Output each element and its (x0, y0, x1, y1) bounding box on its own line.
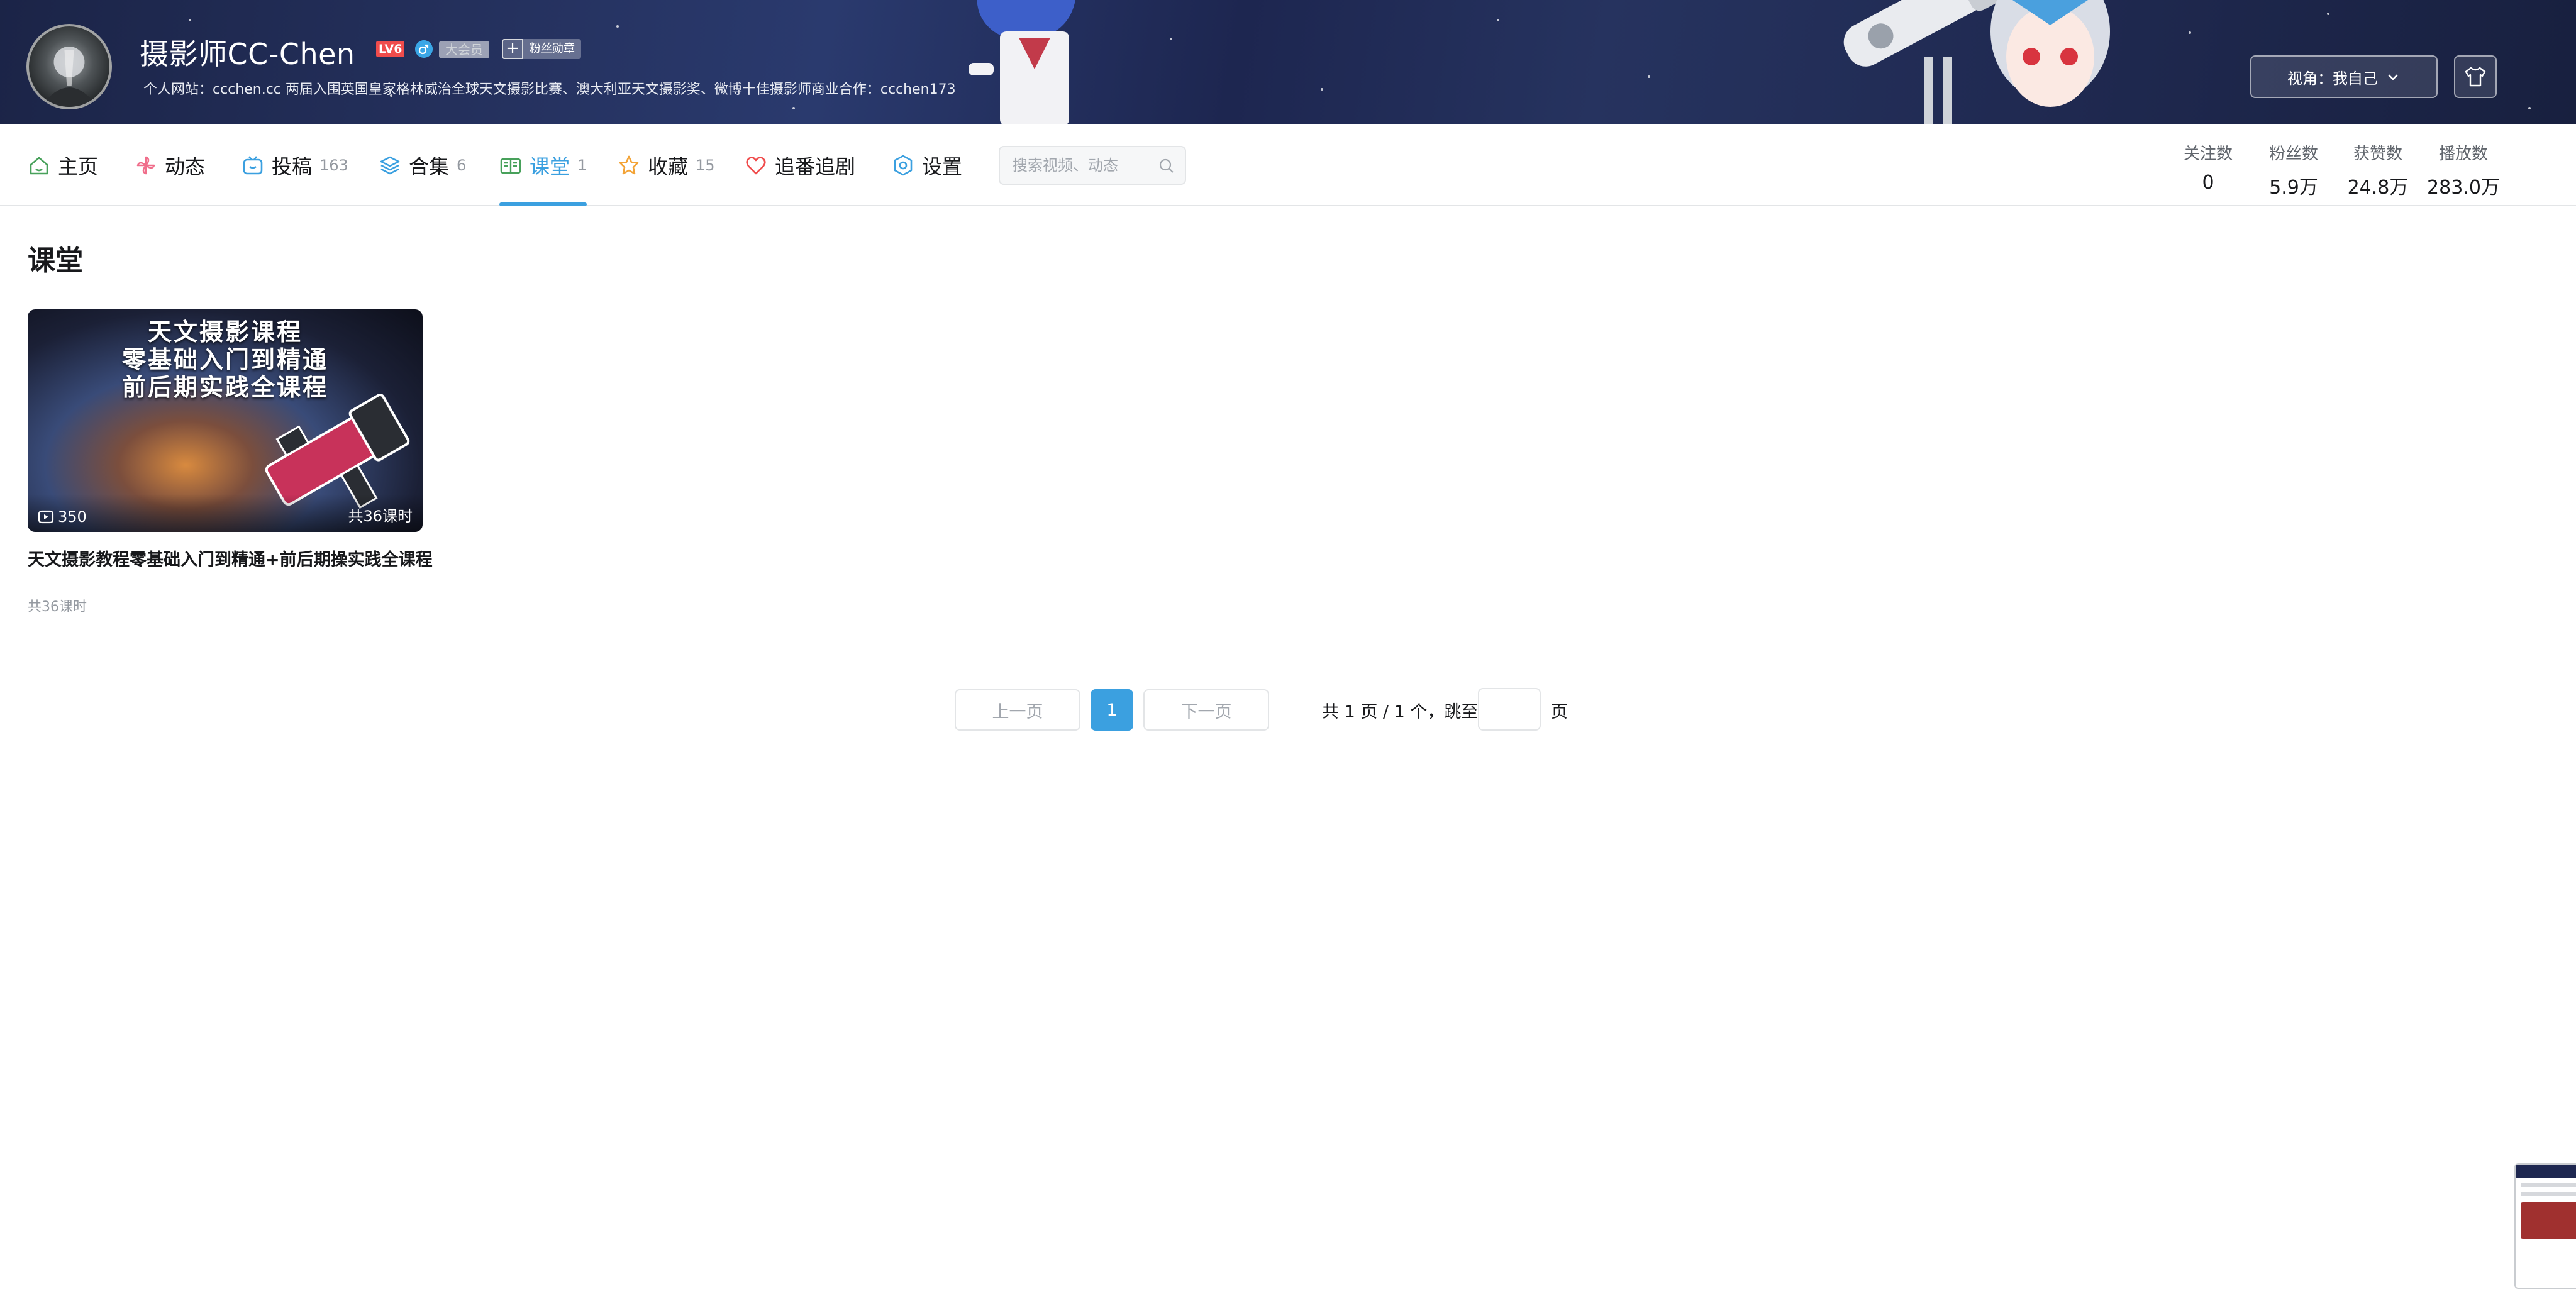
search-box (999, 146, 1186, 185)
course-cover[interactable]: 天文摄影课程 零基础入门到精通 前后期实践全课程 350 共36课时 (28, 309, 423, 532)
page-1-button[interactable]: 1 (1091, 689, 1133, 731)
plus-icon: + (502, 39, 523, 59)
prev-page-button[interactable]: 上一页 (955, 689, 1080, 731)
play-icon (38, 510, 54, 524)
male-icon (415, 40, 433, 58)
stat-plays-value: 283.0万 (2427, 177, 2500, 199)
thumbnail-line (2521, 1192, 2576, 1196)
book-icon (500, 158, 521, 174)
stat-likes: 获赞数 24.8万 (2337, 141, 2419, 199)
layers-icon (380, 156, 400, 175)
pagination-suffix: 页 (1551, 702, 1568, 722)
profile-banner: 摄影师CC-Chen LV6 大会员 + 粉丝勋章 个人网站：ccchen.cc… (0, 0, 2576, 124)
username[interactable]: 摄影师CC-Chen (140, 31, 355, 73)
thumbnail-line (2521, 1183, 2576, 1187)
tab-settings[interactable]: 设置 (892, 124, 962, 206)
stat-following-label: 关注数 (2183, 145, 2233, 163)
vip-badge[interactable]: 大会员 (439, 41, 489, 58)
tv-icon (243, 156, 263, 175)
profile-sign: 个人网站：ccchen.cc 两届入围英国皇家格林威治全球天文摄影比赛、澳大利亚… (143, 82, 956, 97)
stat-likes-value: 24.8万 (2347, 177, 2409, 199)
tab-favorites-count: 15 (696, 157, 715, 174)
tab-home-label: 主页 (58, 155, 99, 179)
chevron-down-icon (2388, 74, 2398, 80)
jump-page-input[interactable] (1478, 688, 1541, 731)
tab-home[interactable]: 主页 (28, 124, 98, 206)
stat-plays-label: 播放数 (2438, 145, 2488, 163)
cover-line: 前后期实践全课程 (121, 373, 328, 401)
fan-badge[interactable]: + 粉丝勋章 (502, 39, 581, 59)
pagination-info: 共 1 页 / 1 个，跳至 (1322, 702, 1479, 722)
lesson-count: 共36课时 (348, 507, 413, 525)
view-as-label: 视角：我自己 (2287, 69, 2378, 87)
thumbnail-image (2521, 1202, 2576, 1239)
screenshot-thumbnail[interactable] (2514, 1163, 2576, 1289)
home-icon (30, 157, 48, 175)
banner-stars (0, 0, 2576, 124)
tab-dynamic[interactable]: 动态 (135, 124, 205, 206)
tab-collections-count: 6 (457, 157, 467, 174)
tab-uploads-count: 163 (319, 157, 348, 174)
tab-uploads-label: 投稿 (272, 155, 313, 179)
stat-plays: 播放数 283.0万 (2423, 141, 2504, 199)
banner-character-right (1843, 0, 2110, 124)
course-card[interactable]: 天文摄影课程 零基础入门到精通 前后期实践全课程 350 共36课时 天文摄影教… (28, 309, 433, 616)
next-page-button[interactable]: 下一页 (1143, 689, 1269, 731)
tab-dynamic-label: 动态 (165, 155, 206, 179)
shirt-icon (2465, 67, 2486, 87)
tab-collections-label: 合集 (409, 155, 450, 179)
stat-followers-value: 5.9万 (2269, 177, 2318, 199)
tab-classroom-count: 1 (577, 157, 587, 174)
thumbnail-banner (2516, 1165, 2576, 1178)
play-count: 350 (38, 508, 87, 526)
fan-badge-label: 粉丝勋章 (523, 39, 581, 59)
course-meta: 共36课时 (28, 599, 87, 615)
banner-character-left (969, 0, 1075, 124)
course-title[interactable]: 天文摄影教程零基础入门到精通+前后期操实践全课程 (28, 546, 433, 570)
stat-followers[interactable]: 粉丝数 5.9万 (2253, 141, 2334, 199)
profile-nav: 主页 动态 投稿 163 合集 6 课堂 1 收藏 15 追番追剧 设置 搜索视… (0, 124, 2576, 206)
stat-followers-label: 粉丝数 (2268, 145, 2318, 163)
search-icon[interactable] (1157, 157, 1176, 175)
play-count-value: 350 (58, 508, 87, 526)
stat-likes-label: 获赞数 (2353, 145, 2402, 163)
pinwheel-icon (136, 156, 155, 175)
tab-collections[interactable]: 合集 6 (379, 124, 466, 206)
tab-settings-label: 设置 (922, 155, 963, 179)
gear-icon (894, 155, 913, 176)
page-title: 课堂 (28, 245, 83, 277)
tab-favorites-label: 收藏 (648, 155, 689, 179)
cover-headline: 天文摄影课程 零基础入门到精通 前后期实践全课程 (28, 318, 423, 401)
cover-line: 零基础入门到精通 (121, 346, 328, 373)
stat-following-value: 0 (2202, 172, 2214, 194)
avatar[interactable] (26, 24, 112, 109)
cover-line: 天文摄影课程 (147, 318, 303, 346)
search-input[interactable] (1011, 147, 1150, 184)
tab-uploads[interactable]: 投稿 163 (242, 124, 348, 206)
heart-icon (746, 157, 766, 175)
view-as-button[interactable]: 视角：我自己 (2250, 55, 2438, 98)
tab-bangumi-label: 追番追剧 (775, 155, 856, 179)
tab-classroom-label: 课堂 (530, 155, 570, 179)
tab-bangumi[interactable]: 追番追剧 (745, 124, 855, 206)
tab-favorites[interactable]: 收藏 15 (618, 124, 715, 206)
avatar-image (40, 47, 98, 107)
skin-button[interactable] (2454, 55, 2497, 98)
tab-classroom[interactable]: 课堂 1 (499, 124, 587, 206)
level-badge: LV6 (376, 41, 405, 57)
star-icon (619, 155, 639, 175)
stat-following[interactable]: 关注数 0 (2167, 141, 2249, 194)
